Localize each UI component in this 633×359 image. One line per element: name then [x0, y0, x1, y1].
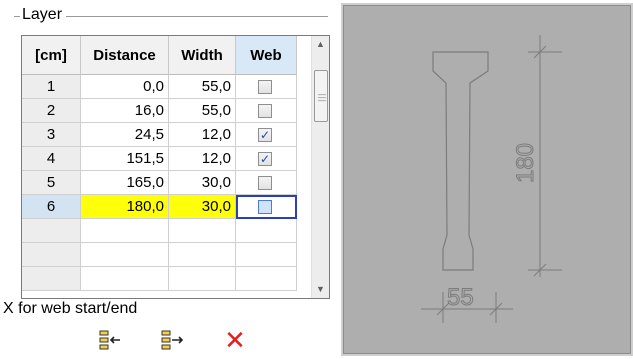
distance-cell-empty[interactable] — [81, 219, 169, 243]
delete-row-button[interactable]: ✕ — [222, 326, 248, 354]
width-cell[interactable]: 12,0 — [169, 123, 236, 147]
scroll-up-icon[interactable]: ▲ — [312, 36, 329, 53]
web-hint-caption: X for web start/end — [3, 300, 138, 317]
empty-row[interactable] — [22, 243, 312, 267]
row-number-empty[interactable] — [22, 243, 81, 267]
web-checkbox[interactable] — [258, 176, 272, 190]
layer-group-title: Layer — [13, 6, 65, 24]
table-row[interactable]: 2 16,0 55,0 — [22, 99, 312, 123]
distance-cell-empty[interactable] — [81, 243, 169, 267]
web-cell-empty[interactable] — [236, 219, 297, 243]
width-cell-empty[interactable] — [169, 267, 236, 291]
grid-header: [cm] Distance Width Web — [22, 36, 312, 75]
width-cell[interactable]: 30,0 — [169, 195, 236, 219]
row-number-empty[interactable] — [22, 267, 81, 291]
width-cell[interactable]: 55,0 — [169, 75, 236, 99]
row-number[interactable]: 3 — [22, 123, 81, 147]
layer-grid[interactable]: [cm] Distance Width Web 1 0,0 55,0 2 16,… — [21, 35, 330, 299]
width-cell-empty[interactable] — [169, 219, 236, 243]
width-cell[interactable]: 12,0 — [169, 147, 236, 171]
web-cell[interactable]: ✓ — [236, 147, 297, 171]
web-cell-empty[interactable] — [236, 267, 297, 291]
web-cell[interactable] — [236, 171, 297, 195]
distance-cell[interactable]: 151,5 — [81, 147, 169, 171]
web-cell-empty[interactable] — [236, 243, 297, 267]
row-number-empty[interactable] — [22, 219, 81, 243]
web-checkbox[interactable] — [258, 80, 272, 94]
column-header-width[interactable]: Width — [169, 36, 236, 75]
row-number[interactable]: 6 — [22, 195, 81, 219]
height-dimension-label: 180 — [512, 143, 539, 183]
preview-canvas: 180 55 — [421, 35, 562, 323]
grip-icon: — — — — [318, 90, 326, 105]
web-cell[interactable]: ✓ — [236, 123, 297, 147]
delete-icon: ✕ — [224, 325, 246, 355]
table-row[interactable]: 3 24,5 12,0 ✓ — [22, 123, 312, 147]
empty-row[interactable] — [22, 267, 312, 291]
width-cell[interactable]: 55,0 — [169, 99, 236, 123]
web-checkbox[interactable]: ✓ — [258, 128, 272, 142]
group-divider — [66, 16, 328, 17]
section-preview: 180 55 — [341, 3, 633, 356]
table-row[interactable]: 1 0,0 55,0 — [22, 75, 312, 99]
scroll-down-icon[interactable]: ▼ — [312, 281, 329, 298]
table-row-selected[interactable]: 6 180,0 30,0 — [22, 195, 312, 219]
table-row[interactable]: 5 165,0 30,0 — [22, 171, 312, 195]
width-dimension-label: 55 — [447, 284, 474, 311]
web-checkbox[interactable]: ✓ — [258, 152, 272, 166]
insert-row-button[interactable] — [98, 326, 124, 354]
row-number[interactable]: 1 — [22, 75, 81, 99]
distance-cell[interactable]: 0,0 — [81, 75, 169, 99]
i-beam-outline — [432, 51, 489, 271]
empty-row[interactable] — [22, 219, 312, 243]
web-cell[interactable] — [236, 75, 297, 99]
distance-cell[interactable]: 165,0 — [81, 171, 169, 195]
web-cell[interactable] — [236, 99, 297, 123]
web-cell[interactable] — [236, 195, 297, 219]
append-row-icon — [161, 330, 184, 350]
vertical-scrollbar[interactable]: ▲ — — — ▼ — [311, 36, 329, 298]
append-row-button[interactable] — [160, 326, 186, 354]
distance-cell[interactable]: 16,0 — [81, 99, 169, 123]
row-number[interactable]: 2 — [22, 99, 81, 123]
distance-cell[interactable]: 180,0 — [81, 195, 169, 219]
distance-cell-empty[interactable] — [81, 267, 169, 291]
distance-cell[interactable]: 24,5 — [81, 123, 169, 147]
column-header-distance[interactable]: Distance — [81, 36, 169, 75]
insert-row-icon — [99, 330, 120, 350]
row-number[interactable]: 4 — [22, 147, 81, 171]
column-header-web[interactable]: Web — [236, 36, 297, 75]
width-cell[interactable]: 30,0 — [169, 171, 236, 195]
web-checkbox[interactable] — [258, 200, 272, 214]
table-row[interactable]: 4 151,5 12,0 ✓ — [22, 147, 312, 171]
row-number[interactable]: 5 — [22, 171, 81, 195]
scroll-thumb[interactable]: — — — — [314, 70, 328, 122]
web-checkbox[interactable] — [258, 104, 272, 118]
width-cell-empty[interactable] — [169, 243, 236, 267]
column-header-unit[interactable]: [cm] — [22, 36, 81, 75]
layer-group: Layer [cm] Distance Width Web 1 0,0 55,0… — [0, 0, 333, 358]
